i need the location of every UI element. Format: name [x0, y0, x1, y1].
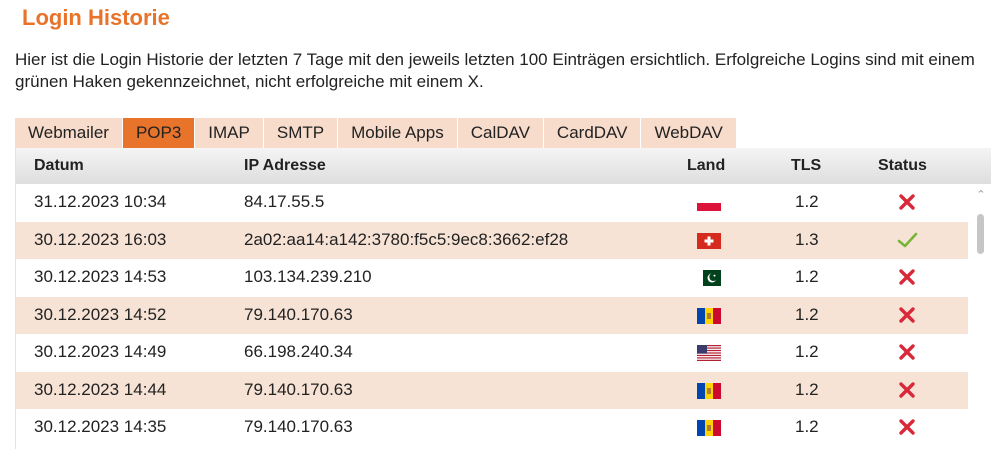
tab-webdav[interactable]: WebDAV: [641, 118, 737, 148]
table-row: 30.12.2023 14:44 79.140.170.63 1.2: [16, 371, 968, 409]
fail-x-icon: [896, 266, 918, 288]
column-header-datum[interactable]: Datum: [34, 157, 84, 175]
tab-caldav[interactable]: CalDAV: [457, 118, 544, 148]
page-title: Login Historie: [22, 5, 170, 30]
cell-datum: 30.12.2023 14:52: [34, 304, 167, 324]
table-row: 30.12.2023 14:35 79.140.170.63 1.2: [16, 409, 968, 447]
cell-tls: 1.3: [795, 229, 819, 249]
cell-tls: 1.2: [795, 379, 819, 399]
cell-datum: 30.12.2023 14:49: [34, 342, 167, 361]
cell-datum: 31.12.2023 10:34: [34, 192, 167, 211]
cell-tls: 1.2: [795, 304, 819, 324]
table-body: 31.12.2023 10:34 84.17.55.5 1.2 30.12.2023 …: [16, 184, 968, 447]
scrollbar-thumb[interactable]: [977, 214, 984, 254]
fail-x-icon: [896, 191, 918, 213]
success-check-icon: [896, 229, 918, 251]
protocol-tabs: Webmailer POP3 IMAP SMTP Mobile Apps CalDAV Ca…: [15, 118, 737, 148]
cell-datum: 30.12.2023 16:03: [34, 229, 167, 249]
tab-carddav[interactable]: CardDAV: [543, 118, 642, 148]
poland-flag-icon: [697, 195, 721, 211]
tab-smtp[interactable]: SMTP: [263, 118, 339, 148]
cell-tls: 1.2: [795, 267, 819, 286]
column-header-ip[interactable]: IP Adresse: [244, 157, 326, 175]
table-header: Datum IP Adresse Land TLS Status: [16, 148, 991, 184]
tab-pop3[interactable]: POP3: [122, 118, 196, 148]
fail-x-icon: [896, 341, 918, 363]
table-row: 30.12.2023 14:49 66.198.240.34 1.2: [16, 334, 968, 372]
table-row: 31.12.2023 10:34 84.17.55.5 1.2: [16, 184, 968, 222]
tab-imap[interactable]: IMAP: [195, 118, 264, 148]
cell-tls: 1.2: [795, 192, 819, 211]
table-row: 30.12.2023 14:53 103.134.239.210 1.2: [16, 259, 968, 297]
fail-x-icon: [896, 416, 918, 438]
cell-ip: 2a02:aa14:a142:3780:f5c5:9ec8:3662:ef28: [244, 229, 569, 249]
fail-x-icon: [896, 304, 918, 326]
column-header-tls[interactable]: TLS: [791, 157, 821, 175]
cell-ip: 79.140.170.63: [244, 379, 353, 399]
intro-text: Hier ist die Login Historie der letzten …: [15, 50, 975, 91]
scrollbar[interactable]: ⌃: [972, 184, 991, 449]
moldova-flag-icon: [697, 382, 721, 399]
tab-mobile-apps[interactable]: Mobile Apps: [338, 118, 458, 148]
cell-ip: 66.198.240.34: [244, 342, 353, 361]
table-row: 30.12.2023 16:03 2a02:aa14:a142:3780:f5c5…: [16, 221, 968, 259]
cell-datum: 30.12.2023 14:53: [34, 267, 167, 286]
table-row: 30.12.2023 14:52 79.140.170.63 1.2: [16, 296, 968, 334]
cell-tls: 1.2: [795, 417, 819, 436]
cell-datum: 30.12.2023 14:44: [34, 379, 167, 399]
moldova-flag-icon: [697, 420, 721, 436]
cell-ip: 84.17.55.5: [244, 192, 325, 211]
column-header-land[interactable]: Land: [687, 157, 725, 175]
cell-ip: 79.140.170.63: [244, 304, 353, 324]
switzerland-flag-icon: [697, 232, 721, 249]
pakistan-flag-icon: [697, 270, 721, 286]
moldova-flag-icon: [697, 307, 721, 324]
cell-ip: 79.140.170.63: [244, 417, 353, 436]
usa-flag-icon: [697, 345, 721, 361]
login-history-table: Datum IP Adresse Land TLS Status 31.12.2…: [15, 148, 991, 449]
column-header-status[interactable]: Status: [878, 157, 927, 175]
cell-datum: 30.12.2023 14:35: [34, 417, 167, 436]
scroll-up-icon[interactable]: ⌃: [976, 190, 986, 201]
tab-webmailer[interactable]: Webmailer: [15, 118, 123, 148]
cell-tls: 1.2: [795, 342, 819, 361]
fail-x-icon: [896, 379, 918, 401]
cell-ip: 103.134.239.210: [244, 267, 372, 286]
